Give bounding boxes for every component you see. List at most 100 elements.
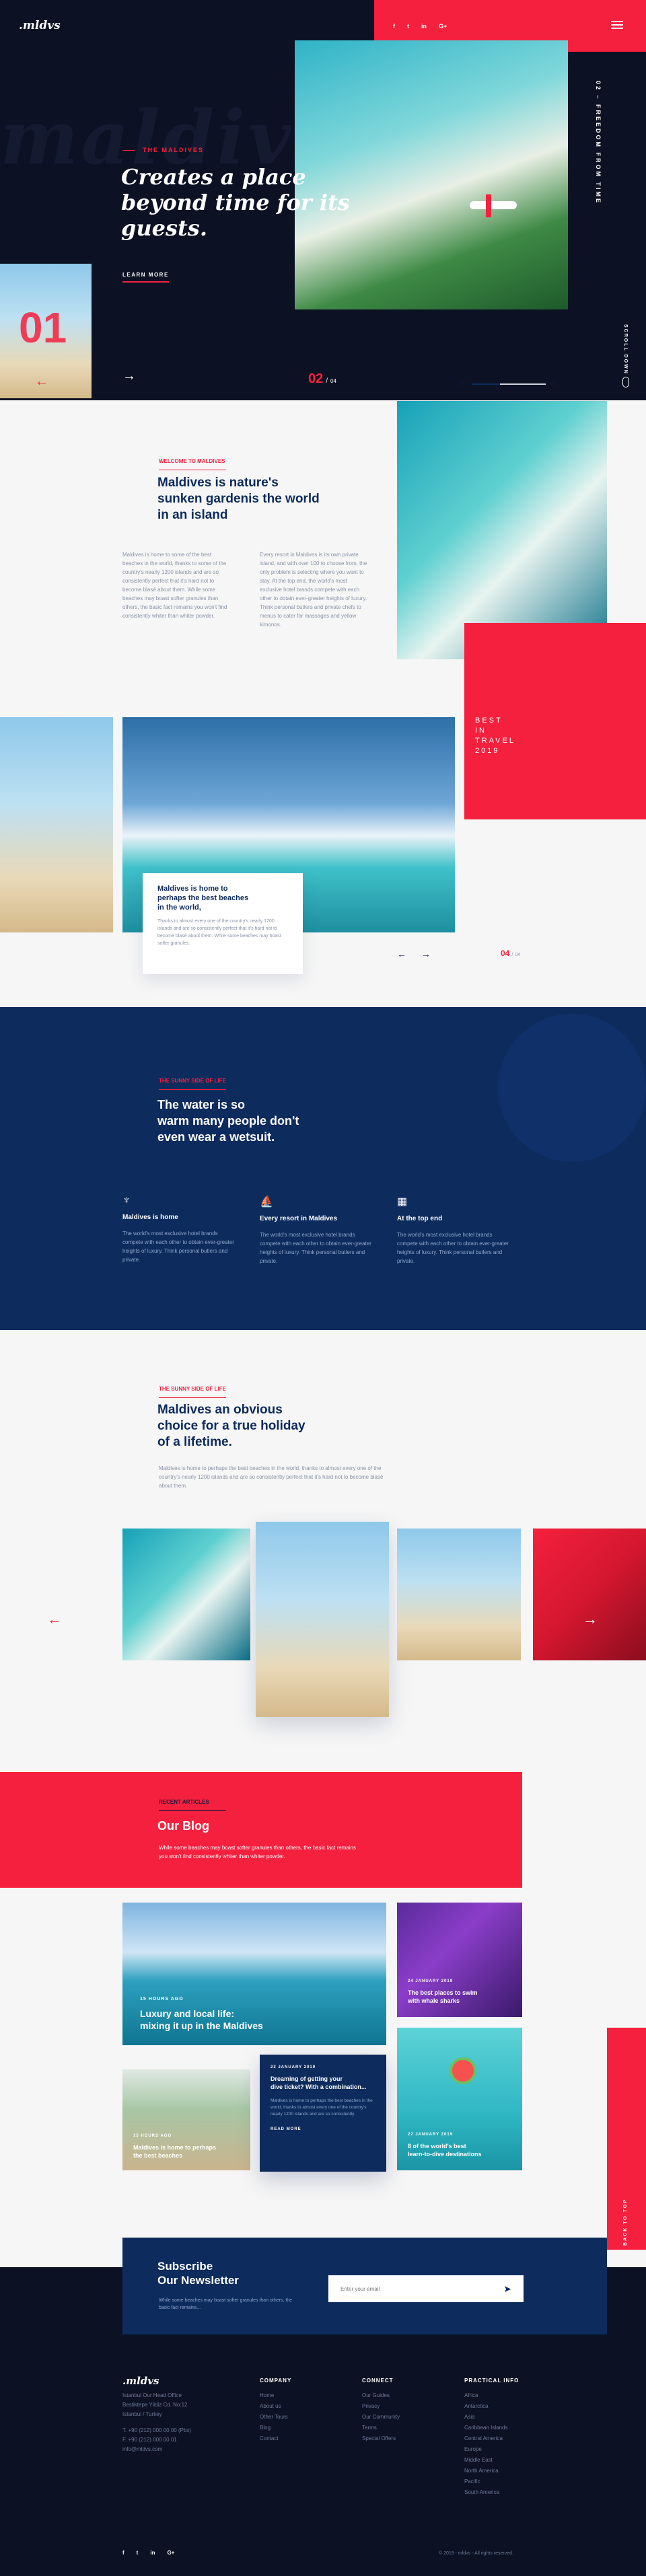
newsletter-text: While some beaches may boast softer gran…	[159, 2298, 293, 2310]
blog-post-4-text: Maldives is home to perhaps the best bea…	[271, 2098, 373, 2117]
blog-post-3[interactable]: 15 HOURS AGO Maldives is home to perhaps…	[122, 2069, 250, 2170]
hero-side-caption: 02 – FREEDOM FROM TIME	[595, 81, 602, 205]
blog-post-1[interactable]: 15 HOURS AGO Luxury and local life: mixi…	[122, 1903, 386, 2045]
back-to-top-button[interactable]: BACK TO TOP	[607, 2028, 646, 2250]
footer-phone[interactable]: T. +90 (212) 000 00 00 (Pbx)	[122, 2426, 191, 2435]
gallery-prev-arrow-icon[interactable]: ←	[47, 1611, 62, 1628]
blog-intro-line-2: you won't find consistently whiter than …	[159, 1853, 285, 1860]
watermelon-icon	[450, 2057, 476, 2084]
footer-link-contact[interactable]: Contact	[260, 2433, 291, 2444]
footer-link-privacy[interactable]: Privacy	[362, 2401, 400, 2412]
blog-post-3-title-line-2: the best beaches	[133, 2152, 183, 2159]
blog-post-3-title: Maldives is home to perhaps the best bea…	[133, 2143, 216, 2160]
welcome-title: Maldives is nature's sunken gardenis the…	[157, 475, 320, 523]
blog-post-4-date: 22 JANUARY 2019	[271, 2065, 316, 2069]
footer-link-caribbean[interactable]: Caribbean Islands	[464, 2423, 519, 2433]
palm-tree-icon: ♆	[122, 1195, 131, 1206]
footer-link-special-offers[interactable]: Special Offers	[362, 2433, 400, 2444]
footer-link-south-america[interactable]: South America	[464, 2487, 519, 2498]
facebook-icon[interactable]: f	[393, 23, 395, 30]
footer-link-central-america[interactable]: Central America	[464, 2433, 519, 2444]
sunny-feature-2: ⛵ Every resort in Maldives The world's m…	[260, 1195, 375, 1265]
footer-google-plus-icon[interactable]: G+	[167, 2550, 174, 2556]
footer-linkedin-icon[interactable]: in	[150, 2550, 155, 2556]
best-line-3: TRAVEL	[475, 737, 515, 745]
linkedin-icon[interactable]: in	[421, 23, 427, 30]
footer-link-middle-east[interactable]: Middle East	[464, 2455, 519, 2466]
gallery-image-1[interactable]	[122, 1529, 250, 1660]
footer-link-other-tours[interactable]: Other Tours	[260, 2412, 291, 2423]
blog-banner	[0, 1772, 522, 1888]
send-icon[interactable]: ➤	[503, 2283, 511, 2295]
gallery-next-arrow-icon[interactable]: →	[583, 1611, 598, 1628]
footer-logo[interactable]: .mldvs	[122, 2375, 159, 2387]
footer-link-europe[interactable]: Europe	[464, 2444, 519, 2455]
newsletter-title-line-2: Our Newsletter	[157, 2274, 239, 2287]
footer-twitter-icon[interactable]: t	[137, 2550, 139, 2556]
logo[interactable]: .mldvs	[19, 19, 61, 32]
menu-icon[interactable]	[611, 21, 623, 29]
blog-post-4[interactable]: 22 JANUARY 2019 Dreaming of getting your…	[260, 2055, 386, 2172]
footer-link-africa[interactable]: Africa	[464, 2390, 519, 2401]
hero-prev-arrow-icon[interactable]: ←	[35, 374, 48, 390]
beach-next-arrow-icon[interactable]: →	[421, 949, 431, 959]
sunny-title-line-1: The water is so	[157, 1098, 246, 1111]
blog-post-4-read-more[interactable]: READ MORE	[271, 2127, 375, 2131]
sunny-decorative-circle	[498, 1014, 646, 1162]
footer-link-home[interactable]: Home	[260, 2390, 291, 2401]
twitter-icon[interactable]: t	[407, 23, 409, 30]
blog-post-2-title: The best places to swim with whale shark…	[408, 1989, 478, 2005]
holiday-text: Maldives is home to perhaps the best bea…	[159, 1465, 384, 1489]
hero-learn-more-button[interactable]: LEARN MORE	[122, 272, 169, 283]
blog-post-2[interactable]: 24 JANUARY 2019 The best places to swim …	[397, 1903, 522, 2017]
footer-link-antarctica[interactable]: Antarctica	[464, 2401, 519, 2412]
mouse-icon	[622, 377, 629, 388]
footer-facebook-icon[interactable]: f	[122, 2550, 124, 2556]
welcome-eyebrow: WELCOME TO MALDIVES	[159, 458, 226, 470]
blog-post-5-title-line-2: learn-to-dive destinations	[408, 2151, 482, 2158]
scroll-down-label: SCROLL DOWN	[623, 324, 628, 375]
hotel-icon: ▦	[397, 1196, 408, 1208]
newsletter-email-input[interactable]	[340, 2285, 475, 2292]
beach-prev-arrow-icon[interactable]: ←	[397, 949, 406, 959]
footer-address-line-2: Bestiktepe Yildiz Cd. No:12	[122, 2402, 188, 2408]
scroll-down-tab[interactable]: SCROLL DOWN	[607, 315, 646, 397]
sunny-title-line-2: warm many people don't	[157, 1114, 299, 1128]
best-travel-label: BEST IN TRAVEL 2019	[475, 716, 515, 756]
hero-next-arrow-icon[interactable]: →	[122, 369, 136, 384]
blog-post-5-title: 8 of the world's best learn-to-dive dest…	[408, 2142, 482, 2158]
gallery-image-3[interactable]	[397, 1529, 521, 1660]
footer-fax: F. +90 (212) 000 00 01	[122, 2437, 177, 2443]
footer-link-asia[interactable]: Asia	[464, 2412, 519, 2423]
footer-practical-title: PRACTICAL INFO	[464, 2378, 519, 2384]
welcome-text-col-1: Maldives is home to some of the best bea…	[122, 552, 227, 619]
hero-slide-current: 02	[308, 371, 324, 386]
google-plus-icon[interactable]: G+	[439, 23, 447, 30]
footer-email[interactable]: info@mldvs.com	[122, 2445, 191, 2454]
footer-link-about[interactable]: About us	[260, 2401, 291, 2412]
footer-link-blog[interactable]: Blog	[260, 2423, 291, 2433]
blog-post-1-title: Luxury and local life: mixing it up in t…	[140, 2008, 263, 2032]
blog-post-4-title-line-2: dive ticket? With a combination...	[271, 2084, 367, 2090]
newsletter-title-line-1: Subscribe	[157, 2260, 213, 2273]
footer-link-terms[interactable]: Terms	[362, 2423, 400, 2433]
hero-progress-end: 05	[550, 381, 557, 387]
gallery-image-2[interactable]	[256, 1522, 389, 1717]
blog-post-1-date: 15 HOURS AGO	[140, 1997, 184, 2001]
blog-post-5[interactable]: 22 JANUARY 2019 8 of the world's best le…	[397, 2028, 522, 2170]
footer-link-pacific[interactable]: Pacific	[464, 2476, 519, 2487]
blog-post-1-title-line-1: Luxury and local life:	[140, 2008, 235, 2019]
footer-link-north-america[interactable]: North America	[464, 2466, 519, 2476]
footer-link-community[interactable]: Our Community	[362, 2412, 400, 2423]
hero-eyebrow-text: THE MALDIVES	[143, 147, 205, 153]
blog-post-2-title-line-2: with whale sharks	[408, 1997, 460, 2004]
footer-company: COMPANY Home About us Other Tours Blog C…	[260, 2378, 291, 2444]
beach-slide-current: 04	[501, 949, 510, 958]
newsletter-form: ➤	[328, 2275, 524, 2302]
blog-post-4-title-line-1: Dreaming of getting your	[271, 2075, 343, 2082]
footer-social-links: f t in G+	[122, 2550, 174, 2556]
footer-link-guides[interactable]: Our Guides	[362, 2390, 400, 2401]
gallery-image-4[interactable]	[533, 1529, 646, 1660]
beach-slide-total: 04	[515, 953, 521, 957]
sunny-feature-3-title: At the top end	[397, 1215, 443, 1222]
